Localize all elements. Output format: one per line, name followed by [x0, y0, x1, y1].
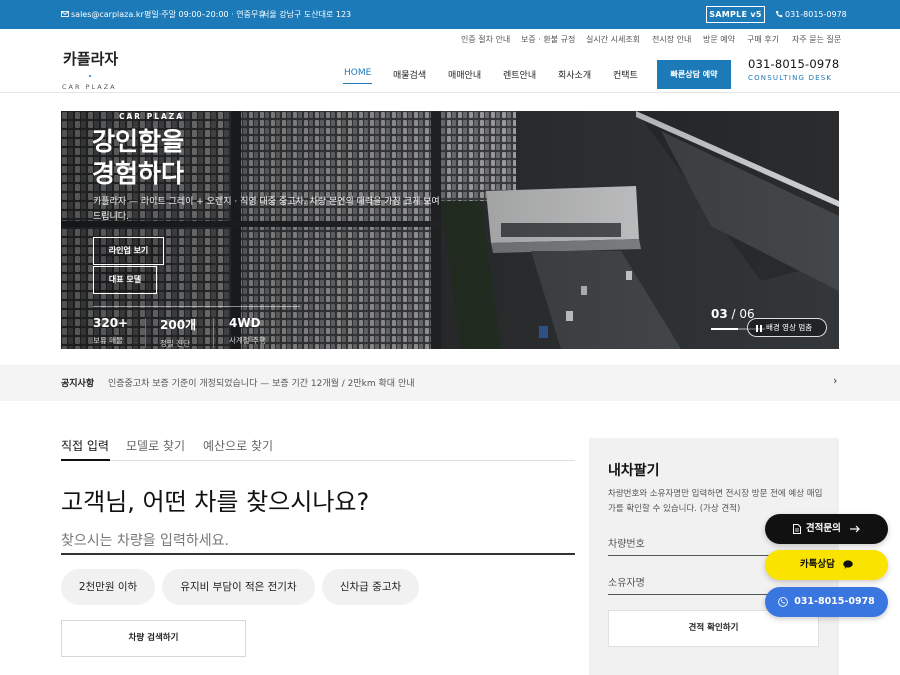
stat-inspection: 200개 정밀 진단 — [160, 316, 196, 349]
call-button[interactable]: 031-8015-0978 — [765, 587, 888, 617]
kakao-consult-button[interactable]: 카톡상담 — [765, 550, 888, 580]
document-icon — [792, 523, 801, 534]
featured-model-button[interactable]: 대표 모델 — [93, 266, 157, 294]
util-link-certification[interactable]: 인증 절차 안내 — [461, 34, 510, 45]
quote-inquiry-button[interactable]: 견적문의 — [765, 514, 888, 544]
util-link-visit[interactable]: 방문 예약 — [703, 34, 735, 45]
hero-title: 강인함을 경험하다 — [92, 126, 184, 190]
slide-separator: / — [727, 307, 740, 321]
stat-inventory-value: 320+ — [93, 316, 129, 330]
top-bar: sales@carplaza.kr 평일·주말 09:00–20:00 · 연중… — [0, 0, 900, 29]
topbar-hours: 평일·주말 09:00–20:00 · 연중무휴 — [144, 10, 266, 19]
stat-drivetrain-value: 4WD — [229, 316, 261, 330]
header-phone[interactable]: 031-8015-0978 — [748, 57, 839, 71]
notice-bar: 공지사항 인증중고차 보증 기준이 개정되었습니다 — 보증 기간 12개월 /… — [0, 365, 900, 401]
stat-inventory: 320+ 보유 매물 — [93, 316, 128, 346]
hero-title-line-1: 강인함을 — [92, 127, 185, 156]
nav-trade[interactable]: 매매안내 — [448, 68, 481, 81]
stat-separator — [145, 318, 146, 348]
hero-brand-label: CAR PLAZA — [119, 112, 185, 121]
phone-icon — [778, 596, 789, 607]
slide-counter: 03 / 06 — [711, 307, 755, 321]
site-header: 인증 절차 안내 보증 · 환불 규정 실시간 시세조회 전시장 안내 방문 예… — [0, 29, 900, 93]
logo-dot — [89, 75, 91, 77]
site-logo[interactable]: 카플라자 — [63, 48, 118, 69]
lineup-button[interactable]: 라인업 보기 — [93, 237, 164, 265]
logo-subtitle: CAR PLAZA — [62, 83, 117, 91]
vehicle-search-button[interactable]: 차량 검색하기 — [61, 620, 246, 657]
util-link-faq[interactable]: 자주 묻는 질문 — [792, 34, 841, 45]
vehicle-search-input[interactable] — [61, 528, 575, 555]
nav-rent[interactable]: 렌트안내 — [503, 68, 536, 81]
nav-contact[interactable]: 컨택트 — [613, 68, 638, 81]
topbar-address: 서울 강남구 도산대로 123 — [262, 10, 352, 19]
phone-icon — [776, 11, 783, 18]
stat-inventory-label: 보유 매물 — [93, 336, 123, 345]
topbar-phone[interactable]: 031-8015-0978 — [785, 9, 847, 20]
quick-consult-button[interactable]: 빠른상담 예약 — [657, 60, 731, 89]
quote-inquiry-label: 견적문의 — [805, 523, 841, 534]
chip-like-new[interactable]: 신차급 중고차 — [322, 569, 419, 605]
arrow-right-icon — [850, 525, 860, 532]
mail-icon — [61, 11, 69, 17]
tab-divider — [61, 460, 575, 461]
stat-inspection-label: 정밀 진단 — [160, 339, 190, 348]
slide-current: 03 — [711, 307, 728, 321]
pause-video-button[interactable]: 배경 영상 멈춤 — [747, 318, 827, 337]
stat-drivetrain-label: 사계절 주행 — [229, 336, 266, 345]
chip-under-20m[interactable]: 2천만원 이하 — [61, 569, 155, 605]
sample-badge: SAMPLE v5 — [706, 6, 765, 23]
stat-drivetrain: 4WD 사계절 주행 — [229, 316, 266, 346]
util-link-reviews[interactable]: 구매 후기 — [747, 34, 779, 45]
util-link-warranty[interactable]: 보증 · 환불 규정 — [521, 34, 575, 45]
call-number-label: 031-8015-0978 — [794, 596, 875, 607]
tab-by-model[interactable]: 모델로 찾기 — [126, 437, 185, 454]
nav-home[interactable]: HOME — [344, 68, 371, 78]
tab-direct-input[interactable]: 직접 입력 — [61, 437, 109, 454]
search-headline: 고객님, 어떤 차를 찾으시나요? — [61, 488, 370, 516]
pause-video-label: 배경 영상 멈춤 — [766, 323, 813, 332]
topbar-email[interactable]: sales@carplaza.kr — [71, 9, 144, 20]
nav-company[interactable]: 회사소개 — [558, 68, 591, 81]
hero-stats-divider — [93, 306, 300, 307]
util-link-price[interactable]: 실시간 시세조회 — [586, 34, 640, 45]
hero-description: 카플라자 — 라이트 그레이 + 오렌지 · 직영 대중 중고차. 차량 본연의… — [93, 197, 440, 222]
notice-arrow-icon[interactable]: › — [833, 374, 837, 387]
hero-banner: CAR PLAZA 강인함을 경험하다 카플라자 — 라이트 그레이 + 오렌지… — [61, 111, 839, 349]
pause-icon — [756, 324, 762, 332]
nav-search[interactable]: 매물검색 — [393, 68, 426, 81]
nav-active-underline — [343, 83, 372, 84]
notice-label: 공지사항 — [61, 379, 95, 389]
tab-active-indicator — [61, 459, 110, 461]
sell-car-title: 내차팔기 — [608, 463, 660, 479]
stat-inspection-value: 200개 — [160, 318, 197, 332]
chip-low-cost-ev[interactable]: 유지비 부담이 적은 전기차 — [162, 569, 315, 605]
sell-car-description: 차량번호와 소유자명만 입력하면 전시장 방문 전에 예상 매입가를 확인할 수… — [608, 489, 823, 514]
hero-title-line-2: 경험하다 — [92, 159, 185, 188]
slide-progress-fill — [711, 328, 738, 330]
notice-text[interactable]: 인증중고차 보증 기준이 개정되었습니다 — 보증 기간 12개월 / 2만km… — [108, 376, 415, 389]
stat-separator — [213, 318, 214, 348]
chat-bubble-icon — [843, 560, 853, 569]
consulting-desk-label: CONSULTING DESK — [748, 74, 833, 82]
util-link-showroom[interactable]: 전시장 안내 — [652, 34, 691, 45]
tab-by-budget[interactable]: 예산으로 찾기 — [203, 437, 273, 454]
kakao-consult-label: 카톡상담 — [799, 559, 835, 570]
